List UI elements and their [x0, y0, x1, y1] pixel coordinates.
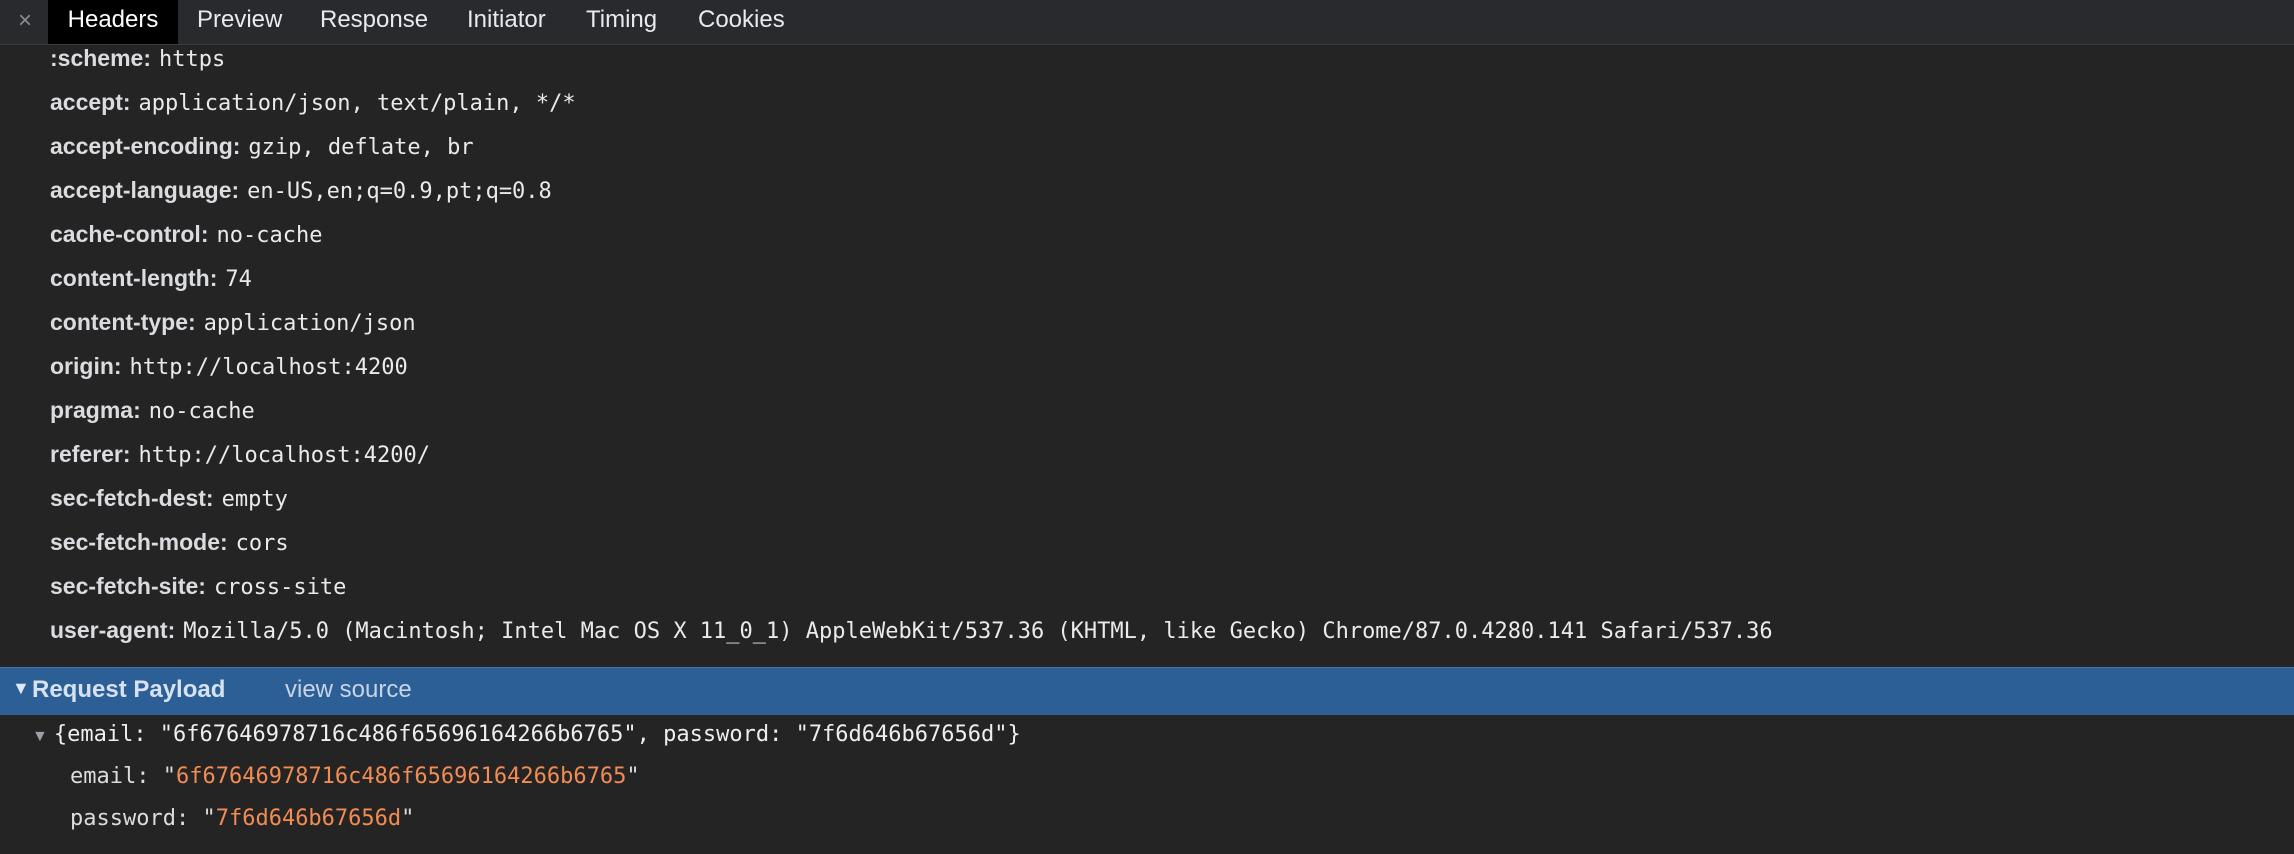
header-row: sec-fetch-mode: cors	[50, 522, 289, 562]
header-name: content-length:	[50, 265, 218, 291]
header-name: referer:	[50, 441, 131, 467]
header-value: en-US,en;q=0.9,pt;q=0.8	[247, 179, 552, 204]
header-name: cache-control:	[50, 221, 209, 247]
property-key: password:	[70, 806, 190, 831]
header-name: sec-fetch-mode:	[50, 529, 228, 555]
triangle-down-icon[interactable]: ▼	[12, 678, 30, 699]
header-row: accept-language: en-US,en;q=0.9,pt;q=0.8	[50, 170, 552, 210]
header-row: accept: application/json, text/plain, */*	[50, 82, 576, 122]
header-value: application/json, text/plain, */*	[138, 91, 576, 116]
header-row: origin: http://localhost:4200	[50, 346, 408, 386]
header-value: 74	[225, 267, 252, 292]
quote-open: "	[202, 806, 216, 831]
header-name: user-agent:	[50, 617, 176, 643]
quote-close: "	[401, 806, 415, 831]
payload-property-row: password: "7f6d646b67656d"	[70, 799, 414, 839]
header-name: accept-encoding:	[50, 133, 241, 159]
header-value: no-cache	[216, 223, 323, 248]
header-row: content-type: application/json	[50, 302, 416, 342]
header-name: accept-language:	[50, 177, 240, 203]
payload-object-summary-row[interactable]: ▼ {email: "6f67646978716c486f65696164266b…	[32, 715, 1021, 755]
header-value: http://localhost:4200/	[138, 443, 430, 468]
header-name: accept:	[50, 89, 131, 115]
header-value: empty	[221, 487, 288, 512]
close-icon[interactable]: ×	[10, 6, 40, 36]
header-row: pragma: no-cache	[50, 390, 255, 430]
tab-initiator[interactable]: Initiator	[467, 0, 546, 44]
view-source-link[interactable]: view source	[285, 676, 412, 704]
payload-property-row: email: "6f67646978716c486f65696164266b67…	[70, 757, 640, 797]
quote-close: "	[626, 764, 640, 789]
header-row: user-agent: Mozilla/5.0 (Macintosh; Intel…	[50, 610, 1773, 650]
quote-open: "	[162, 764, 176, 789]
header-name: sec-fetch-site:	[50, 573, 206, 599]
header-value: http://localhost:4200	[129, 355, 408, 380]
header-value: gzip, deflate, br	[248, 135, 474, 160]
header-value: Mozilla/5.0 (Macintosh; Intel Mac OS X 1…	[183, 619, 1773, 644]
header-value: https	[158, 47, 226, 72]
payload-object-summary: {email: "6f67646978716c486f65696164266b6…	[53, 722, 1021, 747]
devtools-tab-bar: × Headers Preview Response Initiator Tim…	[0, 0, 2294, 45]
header-row: accept-encoding: gzip, deflate, br	[50, 126, 474, 166]
header-value: cors	[235, 531, 289, 556]
header-name: content-type:	[50, 309, 196, 335]
header-row: content-length: 74	[50, 258, 252, 298]
header-value: no-cache	[148, 399, 255, 424]
header-name: pragma:	[50, 397, 141, 423]
header-name: sec-fetch-dest:	[50, 485, 214, 511]
request-payload-title[interactable]: Request Payload	[32, 676, 225, 704]
request-payload-section-header[interactable]: ▼ Request Payload view source	[0, 667, 2294, 715]
tab-response[interactable]: Response	[320, 0, 428, 44]
header-value: cross-site	[213, 575, 347, 600]
tab-cookies[interactable]: Cookies	[698, 0, 785, 44]
property-key: email:	[70, 764, 150, 789]
triangle-down-icon[interactable]: ▼	[32, 728, 48, 745]
property-value: 7f6d646b67656d	[215, 806, 402, 831]
header-row: sec-fetch-dest: empty	[50, 478, 288, 518]
tab-timing[interactable]: Timing	[586, 0, 657, 44]
header-name: :scheme:	[50, 45, 151, 71]
header-row: sec-fetch-site: cross-site	[50, 566, 346, 606]
header-row: referer: http://localhost:4200/	[50, 434, 430, 474]
header-row: cache-control: no-cache	[50, 214, 322, 254]
property-value: 6f67646978716c486f65696164266b6765	[175, 764, 627, 789]
header-name: origin:	[50, 353, 122, 379]
header-value: application/json	[203, 311, 416, 336]
header-row: :scheme: https	[50, 38, 225, 78]
